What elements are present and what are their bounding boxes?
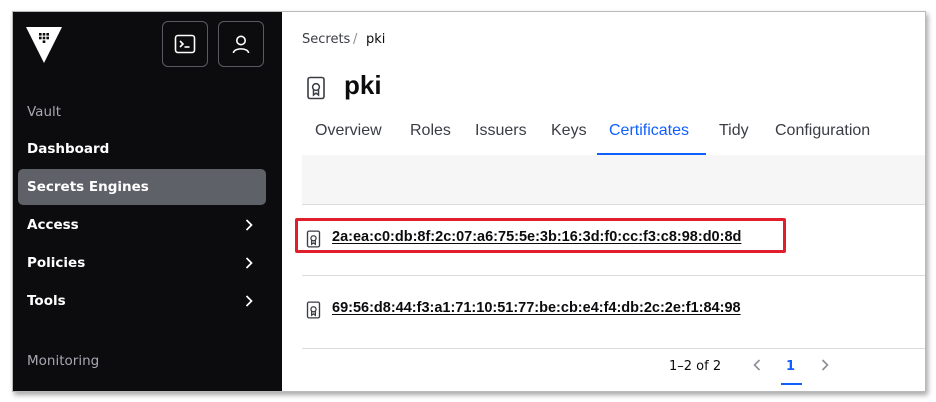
breadcrumb-secrets[interactable]: Secrets <box>302 32 350 47</box>
terminal-icon <box>174 34 196 54</box>
certificate-link[interactable]: 69:56:d8:44:f3:a1:71:10:51:77:be:cb:e4:f… <box>332 300 741 316</box>
sidebar-item-access[interactable]: Access <box>18 207 266 243</box>
tab-configuration[interactable]: Configuration <box>775 122 870 140</box>
highlight-box <box>295 218 786 253</box>
user-menu-button[interactable] <box>218 21 264 67</box>
vault-logo[interactable] <box>25 26 63 64</box>
sidebar-item-policies[interactable]: Policies <box>18 245 266 281</box>
terminal-button[interactable] <box>162 21 208 67</box>
certificate-icon <box>307 76 325 100</box>
sidebar-item-label: Dashboard <box>27 141 110 157</box>
breadcrumb-current: pki <box>366 32 386 47</box>
user-icon <box>232 35 250 54</box>
sidebar-item-dashboard[interactable]: Dashboard <box>18 131 266 167</box>
pagination-page-1[interactable]: 1 <box>786 359 795 374</box>
pagination-range: 1–2 of 2 <box>669 359 722 374</box>
sidebar-item-secrets-engines[interactable]: Secrets Engines <box>18 169 266 205</box>
tab-overview[interactable]: Overview <box>315 122 382 140</box>
app-window: Vault Dashboard Secrets Engines Access P… <box>12 11 926 392</box>
sidebar-item-tools[interactable]: Tools <box>18 283 266 319</box>
section-label-monitoring: Monitoring <box>27 353 100 369</box>
chevron-right-icon <box>245 219 253 231</box>
sidebar: Vault Dashboard Secrets Engines Access P… <box>13 12 282 391</box>
sidebar-item-label: Secrets Engines <box>27 179 149 195</box>
chevron-right-icon <box>245 257 253 269</box>
chevron-left-icon[interactable] <box>749 357 765 373</box>
tab-keys[interactable]: Keys <box>551 122 587 140</box>
sidebar-item-label: Access <box>27 217 79 233</box>
sidebar-item-label: Policies <box>27 255 86 271</box>
tab-issuers[interactable]: Issuers <box>475 122 527 140</box>
tab-tidy[interactable]: Tidy <box>719 122 749 140</box>
page-title: pki <box>344 70 382 100</box>
chevron-right-icon <box>245 295 253 307</box>
current-page-indicator <box>781 383 802 385</box>
tab-roles[interactable]: Roles <box>410 122 451 140</box>
chevron-right-icon[interactable] <box>817 357 833 373</box>
tab-certificates[interactable]: Certificates <box>609 122 689 140</box>
breadcrumb-separator: / <box>353 32 358 47</box>
row-divider <box>302 275 925 276</box>
main-content: Secrets / pki pki Overview Roles Issuers… <box>282 12 925 391</box>
certificate-icon <box>306 301 321 319</box>
section-label-vault: Vault <box>27 104 62 120</box>
sidebar-item-label: Tools <box>27 293 66 309</box>
row-divider <box>302 348 925 349</box>
list-toolbar <box>302 155 925 205</box>
